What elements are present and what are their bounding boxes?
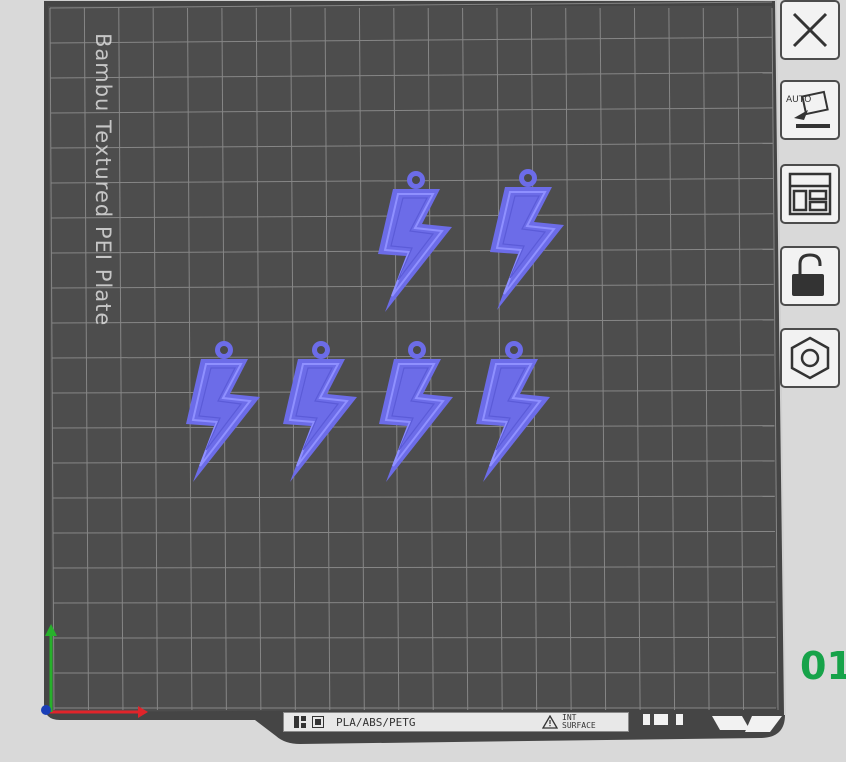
plate-scan-icon xyxy=(312,716,324,728)
arrange-layout-button[interactable] xyxy=(780,164,840,224)
lock-plate-button[interactable] xyxy=(780,246,840,306)
auto-arrange-button[interactable]: AUTO xyxy=(780,80,840,140)
plate-settings-button[interactable] xyxy=(780,328,840,388)
plate-upload-icons xyxy=(643,714,683,725)
plate-type-label: Bambu Textured PEI Plate xyxy=(91,33,115,327)
close-button[interactable] xyxy=(780,0,840,60)
auto-text: AUTO xyxy=(786,95,811,105)
grid-view-icon xyxy=(294,716,306,728)
auto-orient-icon: AUTO xyxy=(786,90,830,128)
surface-label: INT SURFACE xyxy=(562,713,596,730)
material-label: PLA/ABS/PETG xyxy=(336,716,416,729)
hex-nut-icon xyxy=(790,336,830,380)
grid-line xyxy=(53,636,776,639)
plate-info-strip: PLA/ABS/PETG INT SURFACE xyxy=(283,712,629,732)
close-icon xyxy=(792,12,828,48)
layout-icon xyxy=(788,172,832,216)
warning-icon xyxy=(542,715,558,729)
build-plate-viewport[interactable] xyxy=(0,0,846,762)
lock-icon xyxy=(792,253,824,296)
plate-number[interactable]: 01 xyxy=(800,644,846,688)
